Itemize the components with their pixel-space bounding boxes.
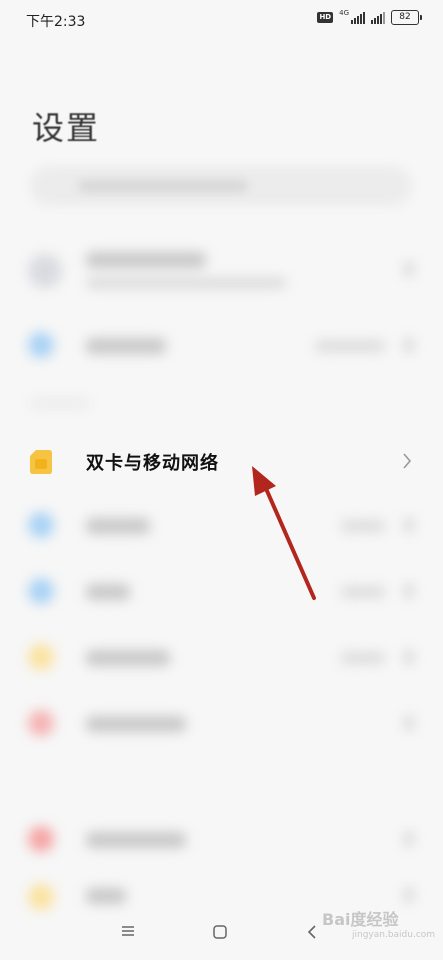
blurred-settings-item-2[interactable]: [0, 500, 443, 550]
blurred-settings-item-5[interactable]: [0, 698, 443, 748]
status-time: 下午2:33: [26, 14, 86, 30]
signal-icon-sim2: [371, 11, 385, 24]
dual-sim-mobile-network-label: 双卡与移动网络: [86, 453, 219, 474]
blurred-settings-item-1[interactable]: [0, 320, 443, 370]
blurred-settings-item-6[interactable]: [0, 814, 443, 864]
menu-icon[interactable]: [120, 924, 136, 938]
signal-icon: [351, 11, 365, 24]
sim-card-icon: [30, 450, 52, 474]
blurred-settings-item-3[interactable]: [0, 566, 443, 616]
blurred-settings-item-4[interactable]: [0, 632, 443, 682]
network-type-label: 4G: [339, 8, 349, 17]
watermark-logo: Bai度经验: [322, 910, 399, 929]
chevron-right-icon: [403, 453, 412, 469]
blurred-account-item[interactable]: [0, 240, 443, 300]
dual-sim-mobile-network-item[interactable]: 双卡与移动网络: [0, 432, 443, 492]
status-indicators: HD 4G 82: [317, 8, 422, 25]
search-bar[interactable]: [30, 166, 412, 206]
status-bar: 下午2:33 HD 4G 82: [0, 0, 443, 40]
watermark-url: jingyan.baidu.com: [352, 930, 436, 940]
blurred-divider: [0, 398, 443, 408]
page-title: 设置: [32, 109, 101, 147]
hd-badge: HD: [317, 12, 334, 23]
battery-indicator: 82: [391, 10, 422, 25]
back-icon[interactable]: [306, 924, 318, 940]
home-icon[interactable]: [212, 924, 228, 940]
